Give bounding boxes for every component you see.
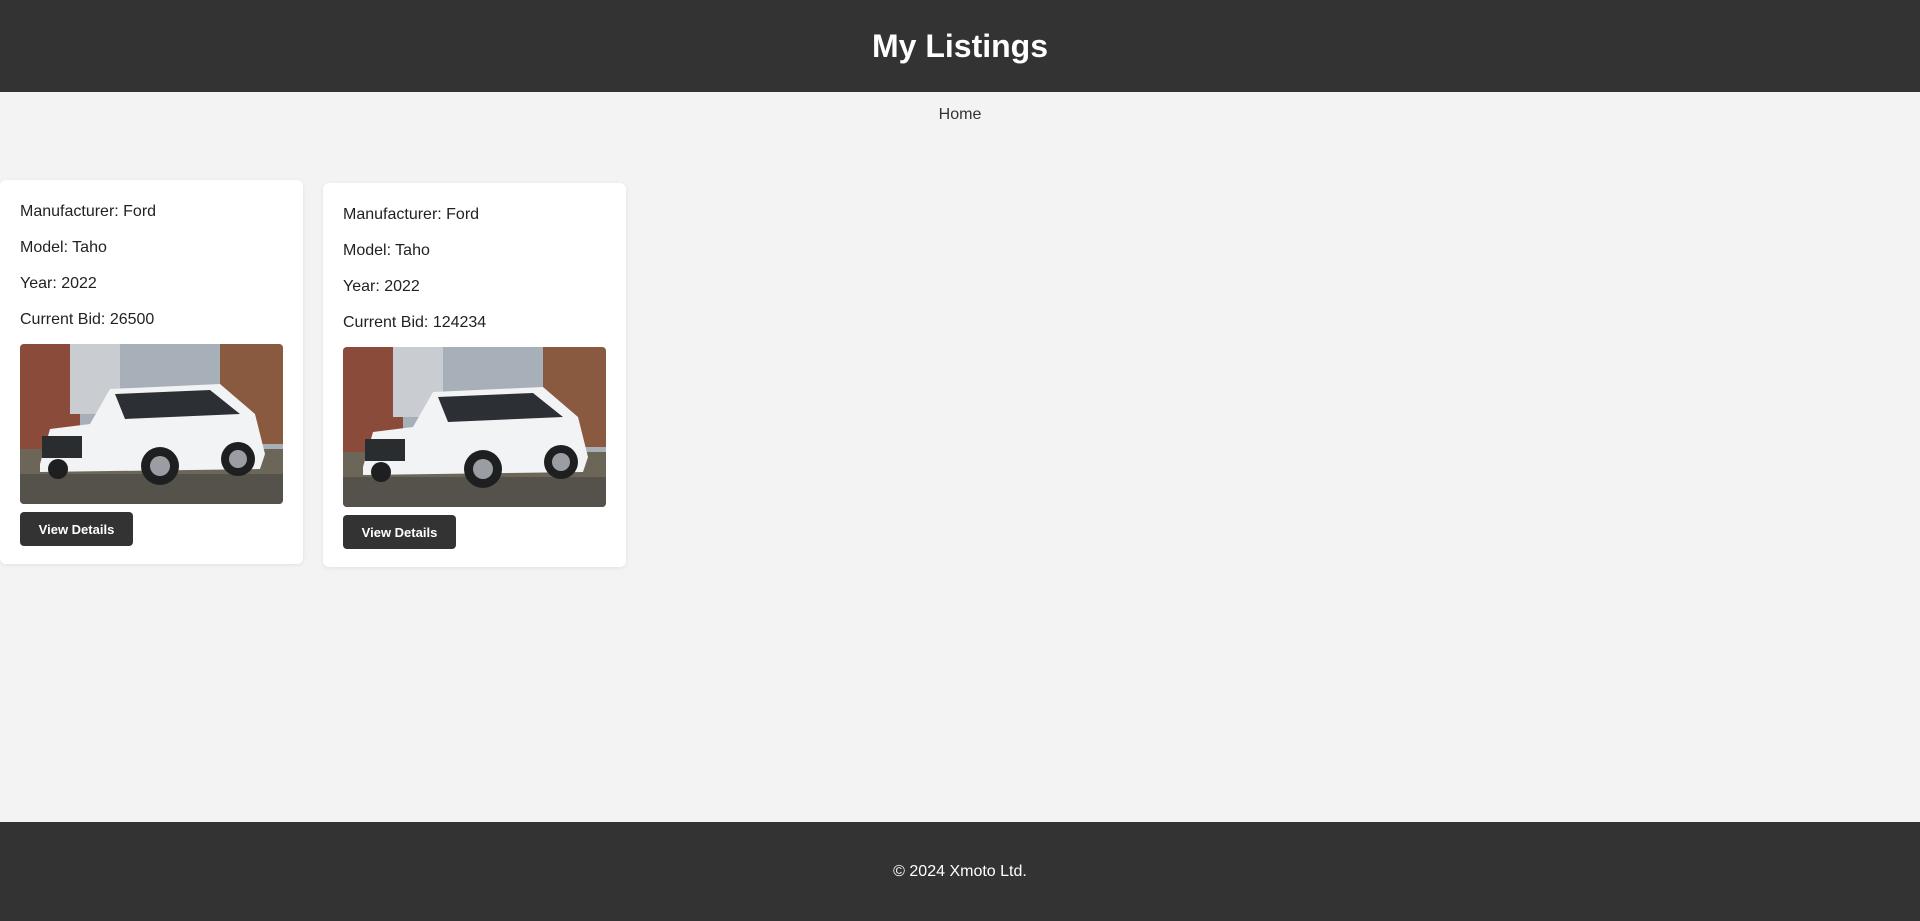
page-header: My Listings <box>0 0 1920 92</box>
copyright-text: © 2024 Xmoto Ltd. <box>893 862 1027 880</box>
year-text: Year: 2022 <box>343 278 420 295</box>
view-details-button[interactable]: View Details <box>20 512 133 546</box>
current-bid-text: Current Bid: 124234 <box>343 314 487 331</box>
manufacturer-text: Manufacturer: Ford <box>343 206 480 223</box>
car-photo <box>20 344 283 504</box>
page-title: My Listings <box>871 27 1048 64</box>
manufacturer-text: Manufacturer: Ford <box>20 203 157 220</box>
nav-bar: Home <box>0 92 1920 137</box>
model-text: Model: Taho <box>343 242 430 259</box>
listing-card: Manufacturer: Ford Model: Taho Year: 202… <box>323 183 626 567</box>
page-footer: © 2024 Xmoto Ltd. <box>0 822 1920 921</box>
car-photo <box>343 347 606 507</box>
view-details-button[interactable]: View Details <box>343 515 456 549</box>
model-text: Model: Taho <box>20 239 107 256</box>
nav-home-link[interactable]: Home <box>939 106 982 124</box>
listing-card: Manufacturer: Ford Model: Taho Year: 202… <box>0 180 303 564</box>
current-bid-text: Current Bid: 26500 <box>20 311 155 328</box>
year-text: Year: 2022 <box>20 275 97 292</box>
